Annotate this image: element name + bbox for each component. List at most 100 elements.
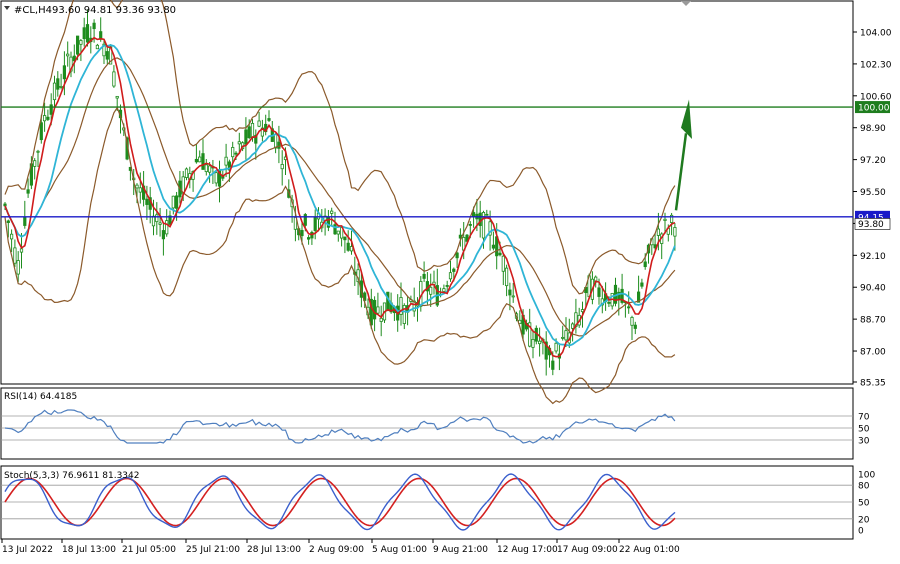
candle-body [346,242,350,251]
candle-body [214,172,218,184]
candle-body [26,189,30,194]
candle-body [13,247,17,264]
stoch-tick-label: 50 [858,499,870,509]
time-tick-label: 5 Aug 01:00 [372,545,427,555]
candle-body [33,160,37,167]
candle-body [471,212,476,218]
time-axis: 13 Jul 2022 18 Jul 13:00 21 Jul 05:00 25 Ju… [1,539,680,555]
candle-body [656,228,661,236]
candle-body [607,301,611,304]
ohlc-values: 93.60 94.81 93.36 93.80 [52,5,176,16]
candle-body [16,260,20,275]
candle-body [194,158,198,163]
candle-body [201,153,205,170]
rsi-tick-label: 30 [858,437,870,447]
candle-body [145,198,149,205]
time-tick-label: 12 Aug 17:00 [497,545,558,555]
price-axis: 104.00 102.30 100.60 98.90 97.20 95.50 93.80 92… [853,29,892,389]
time-tick-label: 13 Jul 2022 [2,545,53,555]
candle-body [250,122,255,139]
candle-body [336,230,340,235]
candle-body [643,261,647,268]
chart-canvas[interactable]: 104.00 102.30 100.60 98.90 97.20 95.50 93.80 92… [0,0,900,560]
candle-body [115,95,119,99]
price-tick-label: 98.90 [860,124,886,134]
trading-chart[interactable]: 104.00 102.30 100.60 98.90 97.20 95.50 93.80 92… [0,0,900,560]
time-tick-label: 21 Jul 05:00 [122,545,176,555]
price-tick-label: 92.10 [860,252,886,262]
price-tick-label: 100.60 [860,92,892,102]
candle-body [501,255,505,272]
candle-body [23,216,27,226]
rsi-tick-label: 50 [858,425,870,435]
time-tick-label: 28 Jul 13:00 [247,545,301,555]
resistance-price-label: 100.00 [858,104,890,114]
rsi-label: RSI(14) 64.4185 [4,392,77,402]
candle-body [422,273,426,279]
candle-body [244,129,248,145]
candle-body [627,306,631,309]
candle-body [551,360,555,370]
candle-body [673,227,677,237]
candle-body [376,306,380,314]
candle-body [452,268,456,272]
candle-body [448,272,453,280]
candle-body [571,323,575,329]
candle-body [349,246,354,252]
symbol-title: #CL,H4 [14,5,52,16]
candle-body [468,224,472,226]
candle-body [429,286,433,295]
candle-body [224,156,228,166]
candle-body [85,24,90,43]
candle-body [39,122,43,141]
candle-body [531,338,535,348]
time-tick-label: 25 Jul 21:00 [186,545,240,555]
candle-body [343,236,347,241]
candle-body [630,317,634,326]
candle-body [184,168,189,178]
candle-body [455,252,459,259]
price-tick-label: 88.70 [860,316,886,326]
candle-body [498,252,502,256]
candle-body [46,116,50,120]
candle-body [564,330,568,341]
candle-body [300,230,304,237]
current-price-label: 93.80 [858,220,884,230]
candle-body [538,340,542,345]
time-tick-label: 2 Aug 09:00 [309,545,364,555]
candle-body [79,40,83,45]
candle-body [76,35,80,55]
candle-body [112,71,116,87]
candle-body [59,85,63,88]
price-tick-label: 102.30 [860,60,892,70]
candle-body [267,118,271,121]
candle-body [198,156,202,163]
candle-body [204,164,208,173]
candle-body [161,230,165,240]
price-tick-label: 97.20 [860,156,886,166]
time-tick-label: 9 Aug 21:00 [433,545,488,555]
stoch-tick-label: 100 [858,471,875,481]
price-tick-label: 95.50 [860,188,886,198]
candle-body [165,220,169,235]
candle-body [330,210,334,214]
price-tick-label: 90.40 [860,284,886,294]
candle-body [306,237,311,240]
candle-body [445,285,449,287]
candle-body [597,287,601,297]
candle-body [277,141,281,149]
price-tick-label: 87.00 [860,348,886,358]
candle-body [442,288,446,292]
candle-body [372,299,377,320]
candle-body [92,22,96,30]
candle-body [234,152,238,155]
price-tick-label: 85.35 [860,379,886,389]
candle-body [237,141,241,145]
candle-body [52,82,57,101]
candle-body [640,282,644,287]
time-tick-label: 18 Jul 13:00 [62,545,116,555]
candle-body [56,78,60,90]
candle-body [6,220,10,223]
candle-body [554,342,558,352]
candle-body [66,53,70,57]
